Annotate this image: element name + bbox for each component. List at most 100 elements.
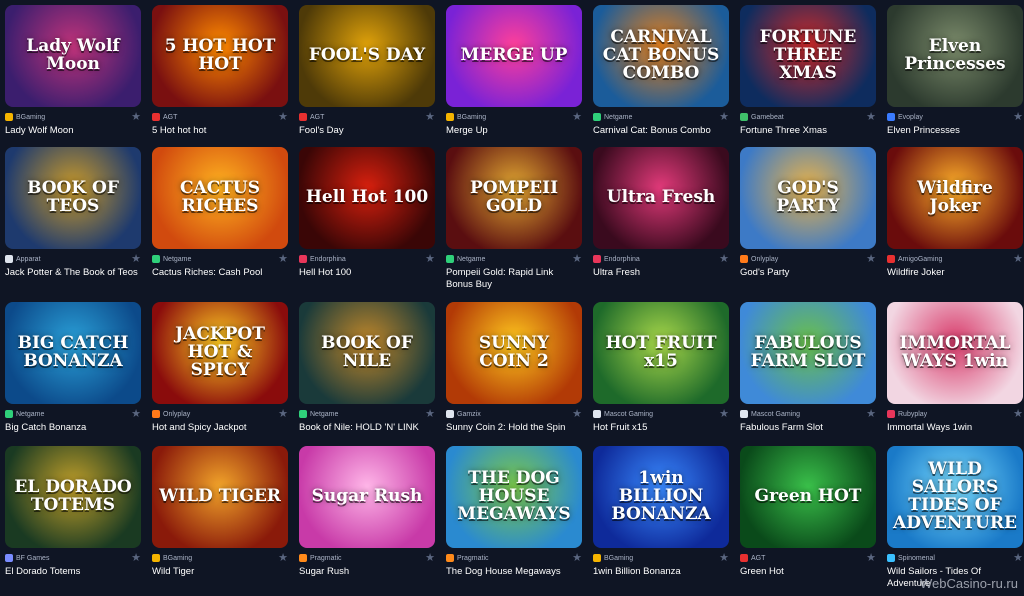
- favorite-star-icon[interactable]: ★: [425, 407, 435, 420]
- favorite-star-icon[interactable]: ★: [131, 551, 141, 564]
- game-card[interactable]: BOOK OF NILE Netgame ★ Book of Nile: HOLD '…: [299, 302, 435, 446]
- favorite-star-icon[interactable]: ★: [131, 252, 141, 265]
- game-card[interactable]: BIG CATCH BONANZA Netgame ★ Big Catch Bonan…: [5, 302, 141, 446]
- game-title[interactable]: Hell Hot 100: [299, 267, 435, 279]
- game-thumbnail[interactable]: 1win BILLION BONANZA: [593, 446, 729, 548]
- game-card[interactable]: FOOL'S DAY AGT ★ Fool's Day: [299, 5, 435, 147]
- game-title[interactable]: 5 Hot hot hot: [152, 125, 288, 137]
- game-card[interactable]: FABULOUS FARM SLOT Mascot Gaming ★ Fabulous…: [740, 302, 876, 446]
- game-title[interactable]: Fabulous Farm Slot: [740, 422, 876, 434]
- game-thumbnail[interactable]: Green HOT: [740, 446, 876, 548]
- game-thumbnail[interactable]: THE DOG HOUSE MEGAWAYS: [446, 446, 582, 548]
- game-card[interactable]: Wildfire Joker AmigoGaming ★ Wildfire Joker: [887, 147, 1023, 302]
- favorite-star-icon[interactable]: ★: [1013, 110, 1023, 123]
- favorite-star-icon[interactable]: ★: [719, 551, 729, 564]
- favorite-star-icon[interactable]: ★: [572, 252, 582, 265]
- game-title[interactable]: Merge Up: [446, 125, 582, 137]
- game-title[interactable]: Immortal Ways 1win: [887, 422, 1023, 434]
- game-title[interactable]: Jack Potter & The Book of Teos: [5, 267, 141, 279]
- game-card[interactable]: Green HOT AGT ★ Green Hot: [740, 446, 876, 586]
- game-card[interactable]: EL DORADO TOTEMS BF Games ★ El Dorado Totem…: [5, 446, 141, 586]
- game-title[interactable]: Hot Fruit x15: [593, 422, 729, 434]
- game-thumbnail[interactable]: FORTUNE THREE XMAS: [740, 5, 876, 107]
- favorite-star-icon[interactable]: ★: [719, 407, 729, 420]
- game-title[interactable]: 1win Billion Bonanza: [593, 566, 729, 578]
- favorite-star-icon[interactable]: ★: [425, 252, 435, 265]
- favorite-star-icon[interactable]: ★: [866, 551, 876, 564]
- game-title[interactable]: Elven Princesses: [887, 125, 1023, 137]
- game-title[interactable]: Hot and Spicy Jackpot: [152, 422, 288, 434]
- favorite-star-icon[interactable]: ★: [572, 551, 582, 564]
- game-title[interactable]: The Dog House Megaways: [446, 566, 582, 578]
- game-card[interactable]: Sugar Rush Pragmatic ★ Sugar Rush: [299, 446, 435, 586]
- game-card[interactable]: WILD TIGER BGaming ★ Wild Tiger: [152, 446, 288, 586]
- favorite-star-icon[interactable]: ★: [278, 407, 288, 420]
- game-title[interactable]: Ultra Fresh: [593, 267, 729, 279]
- game-title[interactable]: Lady Wolf Moon: [5, 125, 141, 137]
- favorite-star-icon[interactable]: ★: [1013, 407, 1023, 420]
- game-card[interactable]: Ultra Fresh Endorphina ★ Ultra Fresh: [593, 147, 729, 302]
- game-title[interactable]: Green Hot: [740, 566, 876, 578]
- favorite-star-icon[interactable]: ★: [719, 110, 729, 123]
- favorite-star-icon[interactable]: ★: [131, 407, 141, 420]
- game-thumbnail[interactable]: CACTUS RICHES: [152, 147, 288, 249]
- game-title[interactable]: Fool's Day: [299, 125, 435, 137]
- game-thumbnail[interactable]: BOOK OF NILE: [299, 302, 435, 404]
- game-thumbnail[interactable]: BOOK OF TEOS: [5, 147, 141, 249]
- game-title[interactable]: Sunny Coin 2: Hold the Spin: [446, 422, 582, 434]
- game-thumbnail[interactable]: POMPEII GOLD: [446, 147, 582, 249]
- game-thumbnail[interactable]: IMMORTAL WAYS 1win: [887, 302, 1023, 404]
- game-thumbnail[interactable]: MERGE UP: [446, 5, 582, 107]
- game-title[interactable]: Book of Nile: HOLD 'N' LINK: [299, 422, 435, 434]
- game-card[interactable]: CACTUS RICHES Netgame ★ Cactus Riches: Cash…: [152, 147, 288, 302]
- game-thumbnail[interactable]: Hell Hot 100: [299, 147, 435, 249]
- game-card[interactable]: BOOK OF TEOS Apparat ★ Jack Potter & The Bo…: [5, 147, 141, 302]
- favorite-star-icon[interactable]: ★: [866, 407, 876, 420]
- game-title[interactable]: God's Party: [740, 267, 876, 279]
- favorite-star-icon[interactable]: ★: [866, 252, 876, 265]
- game-title[interactable]: Big Catch Bonanza: [5, 422, 141, 434]
- game-card[interactable]: CARNIVAL CAT BONUS COMBO Netgame ★ Carnival…: [593, 5, 729, 147]
- game-title[interactable]: Fortune Three Xmas: [740, 125, 876, 137]
- game-card[interactable]: THE DOG HOUSE MEGAWAYS Pragmatic ★ The Dog …: [446, 446, 582, 586]
- favorite-star-icon[interactable]: ★: [1013, 551, 1023, 564]
- game-thumbnail[interactable]: Ultra Fresh: [593, 147, 729, 249]
- favorite-star-icon[interactable]: ★: [425, 110, 435, 123]
- game-thumbnail[interactable]: 5 HOT HOT HOT: [152, 5, 288, 107]
- game-card[interactable]: IMMORTAL WAYS 1win Rubyplay ★ Immortal Ways…: [887, 302, 1023, 446]
- game-thumbnail[interactable]: FOOL'S DAY: [299, 5, 435, 107]
- favorite-star-icon[interactable]: ★: [719, 252, 729, 265]
- game-card[interactable]: POMPEII GOLD Netgame ★ Pompeii Gold: Rapid …: [446, 147, 582, 302]
- game-thumbnail[interactable]: SUNNY COIN 2: [446, 302, 582, 404]
- game-card[interactable]: Lady Wolf Moon BGaming ★ Lady Wolf Moon: [5, 5, 141, 147]
- game-card[interactable]: 5 HOT HOT HOT AGT ★ 5 Hot hot hot: [152, 5, 288, 147]
- favorite-star-icon[interactable]: ★: [425, 551, 435, 564]
- favorite-star-icon[interactable]: ★: [278, 110, 288, 123]
- game-thumbnail[interactable]: Wildfire Joker: [887, 147, 1023, 249]
- game-card[interactable]: HOT FRUIT x15 Mascot Gaming ★ Hot Fruit x15: [593, 302, 729, 446]
- favorite-star-icon[interactable]: ★: [572, 110, 582, 123]
- game-card[interactable]: Hell Hot 100 Endorphina ★ Hell Hot 100: [299, 147, 435, 302]
- game-thumbnail[interactable]: JACKPOT HOT & SPICY: [152, 302, 288, 404]
- game-thumbnail[interactable]: GOD'S PARTY: [740, 147, 876, 249]
- game-thumbnail[interactable]: Lady Wolf Moon: [5, 5, 141, 107]
- favorite-star-icon[interactable]: ★: [1013, 252, 1023, 265]
- favorite-star-icon[interactable]: ★: [278, 252, 288, 265]
- game-title[interactable]: Wild Tiger: [152, 566, 288, 578]
- game-title[interactable]: Wildfire Joker: [887, 267, 1023, 279]
- game-thumbnail[interactable]: Sugar Rush: [299, 446, 435, 548]
- game-title[interactable]: Sugar Rush: [299, 566, 435, 578]
- game-thumbnail[interactable]: Elven Princesses: [887, 5, 1023, 107]
- game-title[interactable]: Carnival Cat: Bonus Combo: [593, 125, 729, 137]
- game-card[interactable]: GOD'S PARTY Onlyplay ★ God's Party: [740, 147, 876, 302]
- game-title[interactable]: Pompeii Gold: Rapid Link Bonus Buy: [446, 267, 582, 291]
- game-thumbnail[interactable]: EL DORADO TOTEMS: [5, 446, 141, 548]
- game-thumbnail[interactable]: WILD TIGER: [152, 446, 288, 548]
- game-card[interactable]: 1win BILLION BONANZA BGaming ★ 1win Billion…: [593, 446, 729, 586]
- game-card[interactable]: Elven Princesses Evoplay ★ Elven Princesses: [887, 5, 1023, 147]
- game-thumbnail[interactable]: CARNIVAL CAT BONUS COMBO: [593, 5, 729, 107]
- game-thumbnail[interactable]: WILD SAILORS TIDES OF ADVENTURE: [887, 446, 1023, 548]
- game-card[interactable]: WILD SAILORS TIDES OF ADVENTURE Spinomena…: [887, 446, 1023, 589]
- game-thumbnail[interactable]: BIG CATCH BONANZA: [5, 302, 141, 404]
- game-title[interactable]: Cactus Riches: Cash Pool: [152, 267, 288, 279]
